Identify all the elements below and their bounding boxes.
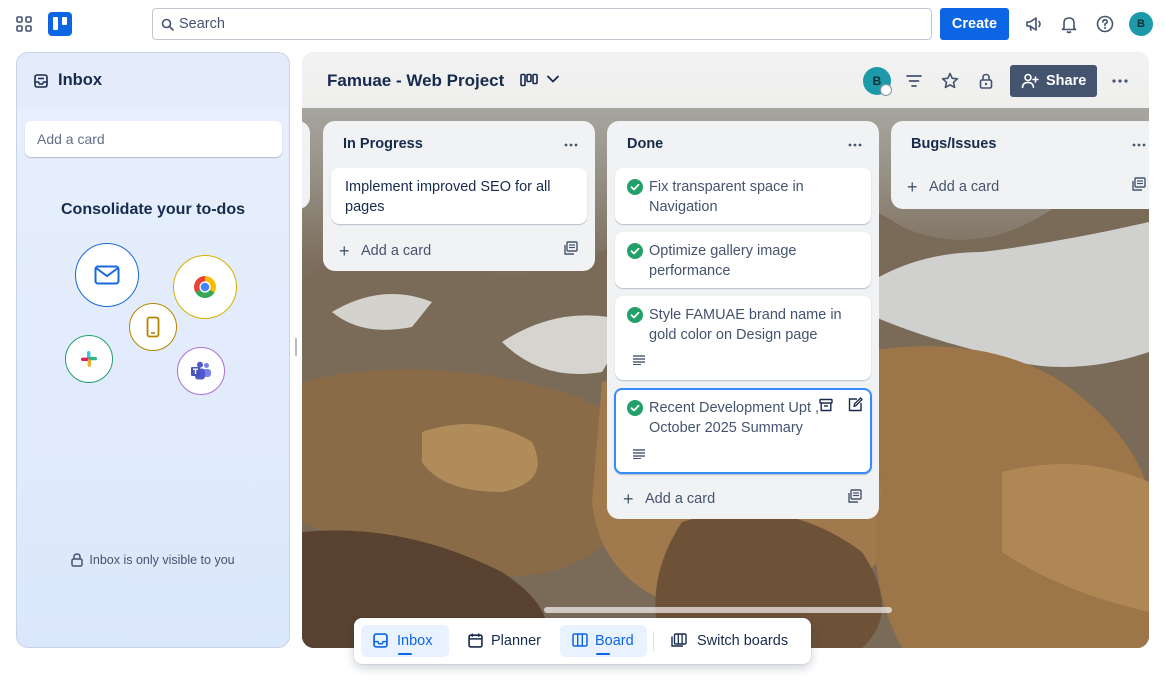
nav-board[interactable]: Board xyxy=(560,625,647,657)
panel-resize-handle[interactable] xyxy=(295,338,297,356)
admin-badge-icon xyxy=(880,84,892,96)
add-card-button[interactable]: + Add a card xyxy=(623,489,715,510)
nav-inbox[interactable]: Inbox xyxy=(361,625,449,657)
completed-check-icon[interactable] xyxy=(627,307,643,323)
active-indicator xyxy=(398,653,412,655)
bottom-navigation: Inbox Planner Board Switch boards xyxy=(354,618,811,664)
help-icon[interactable] xyxy=(1095,14,1115,34)
card-template-icon[interactable] xyxy=(1132,177,1146,191)
list-bugs-issues: Bugs/Issues + Add a card xyxy=(891,121,1149,209)
inbox-add-card-input[interactable]: Add a card xyxy=(25,121,282,157)
nav-planner[interactable]: Planner xyxy=(456,625,552,657)
completed-check-icon[interactable] xyxy=(627,243,643,259)
megaphone-icon[interactable] xyxy=(1024,14,1044,34)
board-horizontal-scrollbar[interactable] xyxy=(544,607,892,613)
teams-icon xyxy=(177,347,225,395)
archive-icon[interactable] xyxy=(819,398,833,412)
description-icon xyxy=(633,355,645,365)
edit-icon[interactable] xyxy=(848,397,863,412)
list-title[interactable]: In Progress xyxy=(343,136,423,152)
add-card-button[interactable]: + Add a card xyxy=(907,177,999,198)
search-input[interactable] xyxy=(179,9,919,39)
active-indicator xyxy=(596,653,610,655)
calendar-icon xyxy=(468,633,483,648)
card-template-icon[interactable] xyxy=(848,489,862,503)
privacy-text: Inbox is only visible to you xyxy=(89,553,235,567)
nav-switch-boards[interactable]: Switch boards xyxy=(659,625,803,657)
inbox-title: Inbox xyxy=(58,71,102,89)
card[interactable]: Fix transparent space in Navigation xyxy=(615,168,871,224)
plus-icon: + xyxy=(339,241,350,261)
switch-boards-icon xyxy=(671,633,687,647)
board-canvas: Famuae - Web Project B Share In Progress… xyxy=(302,52,1149,648)
card-title: Optimize gallery image performance xyxy=(649,243,797,279)
list-in-progress: In Progress Implement improved SEO for a… xyxy=(323,121,595,271)
create-button[interactable]: Create xyxy=(940,8,1009,40)
list-done: Done Fix transparent space in Navigation… xyxy=(607,121,879,519)
consolidate-heading: Consolidate your to-dos xyxy=(61,201,245,218)
nav-separator xyxy=(653,631,654,651)
plus-icon: + xyxy=(623,489,634,509)
board-icon xyxy=(572,633,588,647)
board-view-icon[interactable] xyxy=(520,73,538,87)
search-icon xyxy=(161,18,174,31)
chrome-icon xyxy=(173,255,237,319)
list-title[interactable]: Bugs/Issues xyxy=(911,136,996,152)
description-icon xyxy=(633,449,645,459)
add-card-button[interactable]: + Add a card xyxy=(339,241,431,262)
plus-icon: + xyxy=(907,177,918,197)
notifications-bell-icon[interactable] xyxy=(1059,14,1079,34)
card-title: Implement improved SEO for all pages xyxy=(345,179,551,215)
inbox-panel: Inbox Add a card Consolidate your to-dos xyxy=(16,52,290,648)
list-more-icon[interactable] xyxy=(847,137,863,153)
inbox-privacy-note: Inbox is only visible to you xyxy=(17,553,289,567)
add-card-label: Add a card xyxy=(645,491,716,507)
lock-icon xyxy=(71,553,84,567)
slack-icon xyxy=(65,335,113,383)
add-person-icon xyxy=(1021,73,1039,89)
board-member-avatar[interactable]: B xyxy=(863,67,892,96)
card-template-icon[interactable] xyxy=(564,241,578,255)
share-label: Share xyxy=(1046,73,1087,89)
list-partial-left xyxy=(302,121,310,209)
chevron-down-icon[interactable] xyxy=(546,74,560,84)
completed-check-icon[interactable] xyxy=(627,179,643,195)
completed-check-icon[interactable] xyxy=(627,400,643,416)
add-card-label: Add a card xyxy=(929,179,1000,195)
search-bar[interactable] xyxy=(152,8,932,40)
card-title: Style FAMUAE brand name in gold color on… xyxy=(649,307,842,343)
more-options-icon[interactable] xyxy=(1110,71,1130,91)
email-icon xyxy=(75,243,139,307)
nav-planner-label: Planner xyxy=(491,633,541,649)
phone-icon xyxy=(129,303,177,351)
card-title: Fix transparent space in Navigation xyxy=(649,179,804,215)
list-more-icon[interactable] xyxy=(1131,137,1147,153)
card-hovered[interactable]: Recent Development Upt ,t October 2025 S… xyxy=(614,388,872,474)
card[interactable]: Style FAMUAE brand name in gold color on… xyxy=(615,296,871,380)
visibility-lock-icon[interactable] xyxy=(976,71,996,91)
inbox-icon xyxy=(373,633,388,648)
board-header: Famuae - Web Project B Share xyxy=(302,52,1149,108)
trello-logo[interactable] xyxy=(48,12,72,36)
share-button[interactable]: Share xyxy=(1010,65,1097,97)
inbox-icon xyxy=(34,74,48,88)
add-card-label: Add a card xyxy=(361,243,432,259)
star-icon[interactable] xyxy=(940,71,960,91)
user-avatar[interactable]: B xyxy=(1129,12,1153,36)
card[interactable]: Optimize gallery image performance xyxy=(615,232,871,288)
app-switcher-icon[interactable] xyxy=(16,16,32,32)
nav-switch-boards-label: Switch boards xyxy=(697,633,789,649)
board-title[interactable]: Famuae - Web Project xyxy=(327,71,504,91)
list-more-icon[interactable] xyxy=(563,137,579,153)
filter-icon[interactable] xyxy=(904,71,924,91)
top-navigation-bar: Create B xyxy=(0,0,1165,48)
card[interactable]: Implement improved SEO for all pages xyxy=(331,168,587,224)
list-title[interactable]: Done xyxy=(627,136,663,152)
inbox-header: Inbox xyxy=(17,53,289,109)
